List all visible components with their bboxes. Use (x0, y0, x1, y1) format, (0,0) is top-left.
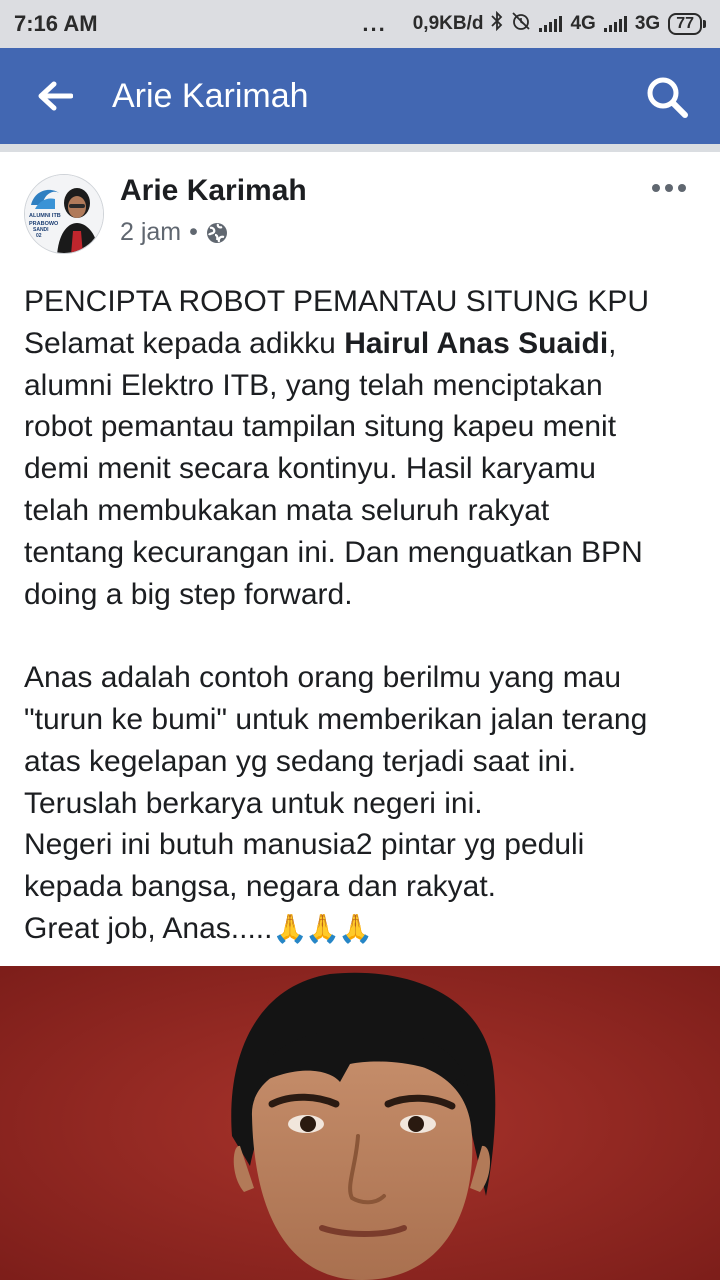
post-line: Great job, Anas.....🙏🙏🙏 (24, 911, 373, 945)
bluetooth-icon (491, 10, 503, 37)
battery-level: 77 (668, 13, 702, 35)
post-line: telah membukakan mata seluruh rakyat (24, 493, 550, 527)
post-line: alumni Elektro ITB, yang telah menciptak… (24, 368, 603, 402)
more-options-button[interactable] (652, 174, 686, 202)
post-line: Anas adalah contoh orang berilmu yang ma… (24, 661, 622, 695)
status-time: 7:16 AM (14, 11, 98, 36)
post-meta: 2 jam • (120, 218, 228, 247)
post-line: "turun ke bumi" untuk memberikan jalan t… (24, 702, 648, 736)
page-title: Arie Karimah (112, 76, 309, 115)
network-type-1: 4G (570, 13, 596, 34)
post-author[interactable]: Arie Karimah (120, 174, 307, 208)
notification-dots: ... (362, 11, 387, 36)
meta-separator: • (189, 218, 198, 246)
more-dot-icon (652, 184, 660, 192)
post-line: Negeri ini butuh manusia2 pintar yg pedu… (24, 828, 585, 862)
post-line: kepada bangsa, negara dan rakyat. (24, 870, 497, 904)
avatar-text-4: 02 (36, 233, 42, 239)
post-line: robot pemantau tampilan situng kapeu men… (24, 410, 617, 444)
search-button[interactable] (644, 74, 690, 120)
more-dot-icon (665, 184, 673, 192)
back-button[interactable] (0, 48, 110, 144)
post-photo[interactable] (0, 966, 720, 1280)
search-icon (647, 77, 688, 118)
post-line: doing a big step forward. (24, 577, 353, 611)
avatar[interactable]: ALUMNI ITB PRABOWO SANDI 02 (24, 174, 104, 254)
network-speed: 0,9KB/d (412, 13, 484, 34)
post-time[interactable]: 2 jam (120, 218, 181, 247)
post-header: ALUMNI ITB PRABOWO SANDI 02 Arie Karimah… (0, 152, 720, 272)
signal-icon-2 (603, 16, 627, 32)
post-line: tentang kecurangan ini. Dan menguatkan B… (24, 535, 643, 569)
mention-name: Hairul Anas Suaidi (344, 326, 609, 360)
status-icons: ... 0,9KB/d 4G 3G 77 (362, 10, 706, 37)
alarm-off-icon (511, 11, 531, 37)
signal-icon (539, 16, 563, 32)
post-line: demi menit secara kontinyu. Hasil karyam… (24, 452, 596, 486)
post-line: PENCIPTA ROBOT PEMANTAU SITUNG KPU (24, 285, 650, 318)
app-bar: Arie Karimah (0, 48, 720, 144)
network-type-2: 3G (634, 13, 661, 34)
post-line: Selamat kepada adikku Hairul Anas Suaidi… (24, 326, 617, 360)
post-line: atas kegelapan yg sedang terjadi saat in… (24, 744, 577, 778)
more-dot-icon (678, 184, 686, 192)
back-arrow-icon (38, 81, 73, 111)
battery-icon: 77 (668, 13, 706, 35)
post-text: PENCIPTA ROBOT PEMANTAU SITUNG KPU Selam… (24, 281, 704, 950)
praying-hands-icon: 🙏🙏🙏 (272, 911, 373, 945)
globe-icon (206, 222, 227, 243)
status-bar: 7:16 AM ... 0,9KB/d 4G 3G 77 (0, 0, 720, 48)
post-line: Teruslah berkarya untuk negeri ini. (24, 786, 483, 820)
avatar-text-1: ALUMNI ITB (29, 213, 61, 219)
divider (0, 144, 720, 152)
